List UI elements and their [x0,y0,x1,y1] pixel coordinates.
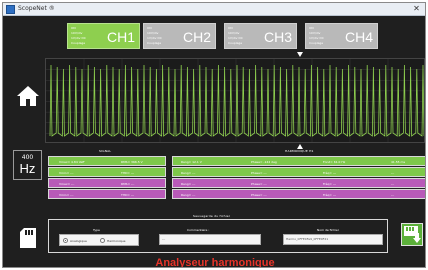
harmonic-cell: Phase= --- [251,171,267,175]
type-radio-harmonic[interactable] [100,238,105,243]
signal-row: Vmin= --- THD= --- [48,189,166,199]
ch1-line-4: Couplage [71,41,86,45]
comment-label: Commentaire : [187,228,210,232]
frequency-unit: Hz [19,161,36,176]
ch3-line-3: 1V/div DC [228,36,243,40]
signal-row: Vmax= 4.84 Veff RMS= 366.5 V [48,156,166,166]
harmonic-row: Rang= 12.1 V Phase= -142 deg Fond= 61.0 … [172,156,425,166]
harmonic-cell: Rang= --- [181,182,196,186]
signal-cell: Vmin= --- [59,193,74,197]
ch4-line-3: 1V/div DC [309,36,324,40]
save-download-icon [404,226,421,243]
close-icon[interactable]: ✕ [411,4,422,14]
ch2-line-2: 10V/div [147,31,159,35]
ch2-line-1: ON [147,26,152,30]
tab-ch4[interactable]: ON 10V/div 1V/div DC Couplage CH4 [305,23,378,49]
oscilloscope-screen[interactable] [45,58,425,143]
signal-cell: Vmax= 4.84 Veff [59,160,85,164]
frequency-display[interactable]: 400 Hz [13,150,42,180]
signal-cell: THD= --- [121,171,135,175]
harmonic-row: Rang= --- Phase= --- Fréq= --- --- [172,189,425,199]
home-button[interactable] [14,83,41,109]
ch1-line-3: 1V/div DC [71,36,86,40]
harmonic-cell: Fréq= --- [323,193,337,197]
app-window: ScopeNet ® ✕ ON 10V/div 1V/div DC Coupla… [2,2,426,268]
type-option-harmonic: Harmonique [107,239,126,243]
ch3-line-1: ON [228,26,233,30]
type-radio-group: Analogique Harmonique [59,234,139,246]
harmonic-cell: Phase= -142 deg [251,160,277,164]
harmonic-cell: Fréq= --- [323,182,337,186]
type-option-analog: Analogique [70,239,87,243]
filename-label: Nom de fichier [317,228,340,232]
harmonic-cell: Rang= --- [181,193,196,197]
ch2-label: CH2 [182,29,211,45]
ch3-line-2: 10V/div [228,31,240,35]
type-label: Type [93,228,100,232]
save-panel: Type Analogique Harmonique Commentaire :… [48,219,388,253]
harmonics-section-label: HARMONIQUE H1 [285,149,314,153]
harmonic-row: Rang= --- Phase= --- Fréq= --- --- [172,178,425,188]
signal-row: Vmax= --- RMS= --- [48,178,166,188]
harmonic-cell: Rang= 12.1 V [181,160,202,164]
harmonic-cell: --- [391,182,395,186]
ch2-line-3: 1V/div DC [147,36,162,40]
signal-cell: RMS= --- [121,182,135,186]
harmonic-cell: --- [391,171,395,175]
harmonic-cell: --- [391,193,395,197]
title-bar: ScopeNet ® ✕ [3,3,425,16]
harmonic-cell: Fréq= --- [323,171,337,175]
filename-input[interactable]: Harmo_0FFE0Fe9_0FFE0F21 [283,234,383,245]
ch1-line-1: ON [71,26,76,30]
ch3-label: CH3 [263,29,292,45]
harmonic-cell: 41.55 ms [391,160,406,164]
ch1-label: CH1 [106,29,135,45]
signal-row: Vmin= --- THD= --- [48,167,166,177]
ch2-line-4: Couplage [147,41,162,45]
tab-ch3[interactable]: ON 10V/div 1V/div DC Couplage CH3 [224,23,297,49]
signal-section-label: SIGNAL [99,149,112,153]
signal-cell: RMS= 366.5 V [121,160,143,164]
ch3-line-4: Couplage [228,41,243,45]
signal-cell: Vmin= --- [59,171,74,175]
tab-ch2[interactable]: ON 10V/div 1V/div DC Couplage CH2 [143,23,216,49]
signal-cell: THD= --- [121,193,135,197]
ch1-waveform [49,64,424,137]
tab-ch1[interactable]: ON 10V/div 1V/div DC Couplage CH1 [67,23,140,49]
harmonic-row: Rang= --- Phase= --- Fréq= --- --- [172,167,425,177]
app-icon [6,5,15,14]
harmonic-cell: Rang= --- [181,171,196,175]
signal-cell: Vmax= --- [59,182,75,186]
ch4-label: CH4 [344,29,373,45]
type-radio-analog[interactable] [63,238,68,243]
trigger-marker-top[interactable] [297,52,303,57]
harmonic-cell: Phase= --- [251,193,267,197]
caption-title: Analyseur harmonique [155,257,275,268]
home-icon [16,86,39,106]
storage-button[interactable] [14,225,41,251]
ch4-line-4: Couplage [309,41,324,45]
ch4-line-1: ON [309,26,314,30]
save-section-label: Sauvegarde du fichier [193,214,231,218]
comment-input[interactable]: --- [159,234,261,245]
waveform-plot [46,59,424,142]
harmonic-cell: Phase= --- [251,182,267,186]
harmonic-cell: Fond= 61.0 Hz [323,160,346,164]
ch4-line-2: 10V/div [309,31,321,35]
window-title: ScopeNet ® [18,5,55,12]
save-button[interactable] [401,223,423,246]
measurement-tables: Vmax= 4.84 Veff RMS= 366.5 V Vmin= --- T… [48,156,425,211]
sd-card-icon [19,228,36,248]
ch1-line-2: 10V/div [71,31,83,35]
